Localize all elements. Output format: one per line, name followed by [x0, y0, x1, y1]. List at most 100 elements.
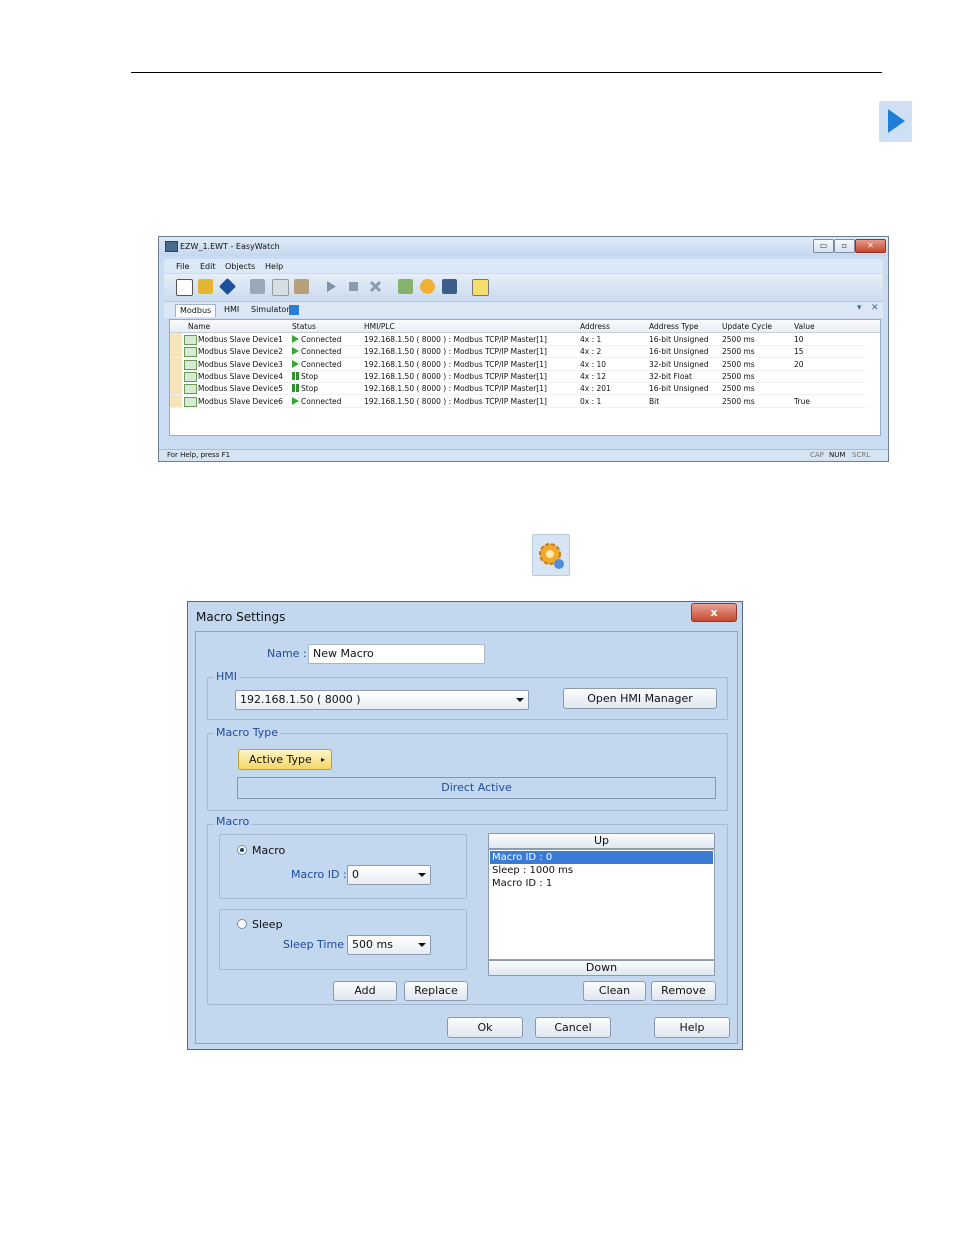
clean-button[interactable]: Clean	[583, 981, 646, 1001]
tab-dropdown-icon[interactable]: ▾	[857, 303, 862, 313]
cut-icon[interactable]	[250, 279, 265, 294]
chevron-down-icon	[418, 873, 426, 877]
device-icon	[184, 371, 197, 382]
paste-icon[interactable]	[294, 279, 309, 294]
macro-id-select[interactable]: 0	[347, 865, 431, 885]
open-folder-icon[interactable]	[198, 279, 213, 294]
macro-list[interactable]: Macro ID : 0 Sleep : 1000 ms Macro ID : …	[488, 849, 715, 960]
device-icon	[184, 359, 197, 370]
dialog-close-button[interactable]: x	[691, 603, 737, 622]
name-label: Name :	[267, 647, 307, 660]
menu-bar: File Edit Objects Help	[164, 259, 883, 273]
menu-file[interactable]: File	[176, 262, 189, 271]
remove-button[interactable]: Remove	[651, 981, 716, 1001]
table-row[interactable]: Modbus Slave Device1 Connected 192.168.1.5…	[170, 333, 866, 346]
list-item[interactable]: Macro ID : 0	[490, 851, 713, 864]
ok-button[interactable]: Ok	[447, 1017, 523, 1038]
delete-icon[interactable]	[368, 279, 383, 294]
easywatch-window: EZW_1.EWT - EasyWatch ▭ ▫ ✕ File Edit Ob…	[158, 236, 889, 462]
row-marker	[170, 382, 182, 395]
table-row[interactable]: Modbus Slave Device6 Connected 192.168.1.5…	[170, 394, 866, 408]
cell-hmi: 192.168.1.50 ( 8000 ) : Modbus TCP/IP Ma…	[364, 396, 547, 406]
sleep-radio-label: Sleep	[252, 918, 283, 931]
list-item[interactable]: Sleep : 1000 ms	[490, 864, 713, 877]
table-row[interactable]: Modbus Slave Device5 Stop 192.168.1.50 ( 8…	[170, 382, 866, 396]
macro-gear-icon[interactable]	[420, 279, 435, 294]
save-icon[interactable]	[219, 278, 236, 295]
sleep-time-select[interactable]: 500 ms	[347, 935, 431, 955]
list-item[interactable]: Macro ID : 1	[490, 877, 713, 890]
stop-icon[interactable]	[346, 279, 361, 294]
menu-help[interactable]: Help	[265, 262, 283, 271]
cell-cycle: 2500 ms	[722, 359, 755, 369]
tab-modbus[interactable]: Modbus	[175, 304, 217, 317]
cell-type: 16-bit Unsigned	[649, 347, 709, 357]
col-status[interactable]: Status	[292, 322, 316, 331]
move-down-button[interactable]: Down	[488, 960, 715, 976]
add-device-icon[interactable]	[398, 279, 413, 294]
cancel-button[interactable]: Cancel	[535, 1017, 611, 1038]
row-marker	[170, 357, 182, 370]
move-up-button[interactable]: Up	[488, 833, 715, 849]
start-icon[interactable]	[324, 279, 339, 294]
minimize-button[interactable]: ▭	[813, 239, 834, 253]
sleep-time-label: Sleep Time :	[283, 938, 352, 951]
cell-address: 0x : 1	[580, 396, 602, 406]
col-hmi-plc[interactable]: HMI/PLC	[364, 322, 395, 331]
tab-simulator[interactable]: Simulator	[247, 304, 294, 316]
row-marker	[170, 394, 182, 407]
chevron-down-icon	[516, 698, 524, 702]
maximize-button[interactable]: ▫	[834, 239, 855, 253]
active-type-button[interactable]: Active Type ▸	[238, 749, 332, 770]
direct-active-display: Direct Active	[237, 777, 716, 799]
help-button[interactable]: Help	[654, 1017, 730, 1038]
device-icon	[184, 335, 197, 345]
cell-hmi: 192.168.1.50 ( 8000 ) : Modbus TCP/IP Ma…	[364, 384, 547, 394]
device-icon	[184, 384, 197, 395]
connected-status-icon	[292, 396, 299, 405]
macro-group-title: Macro	[214, 815, 252, 828]
hmi-select[interactable]: 192.168.1.50 ( 8000 )	[235, 690, 529, 710]
macro-radio[interactable]	[237, 845, 247, 855]
name-input[interactable]: New Macro	[308, 644, 485, 664]
menu-edit[interactable]: Edit	[200, 262, 216, 271]
dialog-body: Name : New Macro HMI 192.168.1.50 ( 8000…	[195, 631, 738, 1044]
copy-icon[interactable]	[272, 279, 289, 296]
add-tab-icon[interactable]	[289, 305, 299, 315]
table-row[interactable]: Modbus Slave Device2 Connected 192.168.1.5…	[170, 345, 866, 359]
window-close-button[interactable]: ✕	[855, 239, 886, 253]
sleep-radio[interactable]	[237, 919, 247, 929]
col-value[interactable]: Value	[794, 322, 815, 331]
cell-cycle: 2500 ms	[722, 347, 755, 357]
cell-address: 4x : 12	[580, 371, 607, 381]
connected-status-icon	[292, 335, 299, 343]
col-name[interactable]: Name	[188, 322, 210, 331]
connected-status-icon	[292, 359, 299, 368]
macro-settings-dialog: Macro Settings x Name : New Macro HMI 19…	[187, 601, 743, 1050]
tab-close-icon[interactable]: ✕	[871, 303, 879, 313]
col-address[interactable]: Address	[580, 322, 610, 331]
add-button[interactable]: Add	[333, 981, 397, 1001]
table-row[interactable]: Modbus Slave Device4 Stop 192.168.1.50 ( 8…	[170, 369, 866, 383]
title-bar: EZW_1.EWT - EasyWatch ▭ ▫ ✕	[159, 237, 888, 256]
cell-type: 16-bit Unsigned	[649, 384, 709, 394]
macro-type-group	[207, 733, 728, 811]
dialog-title: Macro Settings	[196, 610, 286, 624]
replace-button[interactable]: Replace	[404, 981, 468, 1001]
row-marker	[170, 369, 182, 382]
grid-header: Name Status HMI/PLC Address Address Type…	[170, 320, 880, 333]
tab-hmi[interactable]: HMI	[220, 304, 243, 316]
chevron-right-icon: ▸	[320, 755, 325, 764]
cell-name: Modbus Slave Device2	[198, 347, 283, 357]
col-address-type[interactable]: Address Type	[649, 322, 698, 331]
app-icon	[165, 241, 178, 252]
open-hmi-manager-button[interactable]: Open HMI Manager	[563, 688, 717, 709]
monitor-icon[interactable]	[442, 279, 457, 294]
table-row[interactable]: Modbus Slave Device3 Connected 192.168.1.5…	[170, 357, 866, 371]
menu-objects[interactable]: Objects	[225, 262, 255, 271]
macro-type-group-title: Macro Type	[214, 726, 281, 739]
help-icon[interactable]	[472, 279, 489, 296]
col-update-cycle[interactable]: Update Cycle	[722, 322, 772, 331]
device-icon	[184, 396, 197, 407]
new-file-icon[interactable]	[176, 279, 193, 296]
